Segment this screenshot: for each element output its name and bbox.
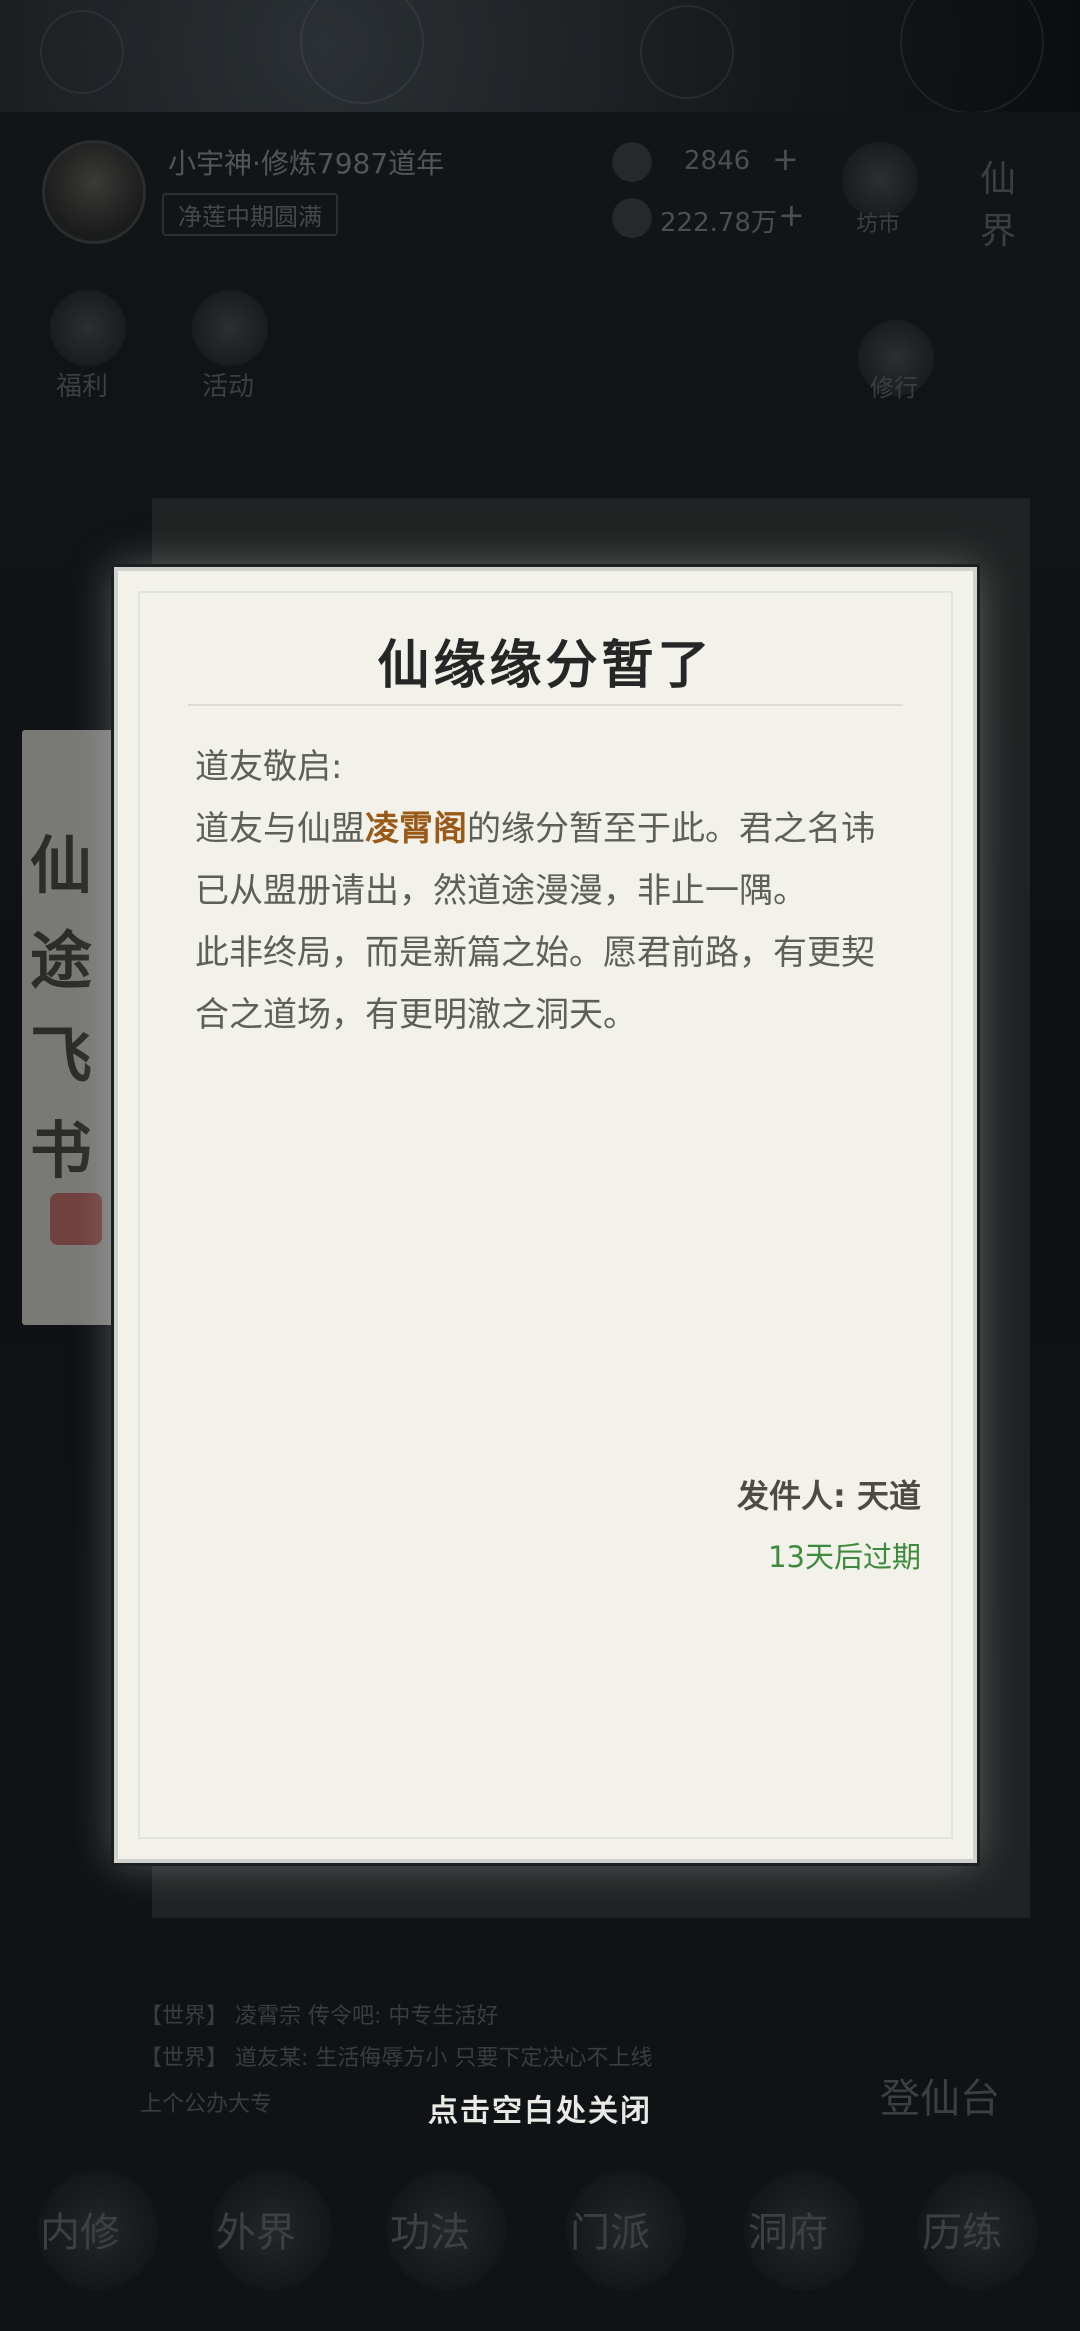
market-label: 坊市 [856, 212, 901, 237]
nav-label: 门派 [570, 2210, 650, 2256]
nav-label: 洞府 [748, 2210, 828, 2256]
nav-label: 历练 [922, 2210, 1002, 2256]
chat-line: 【世界】 凌霄宗 传令吧: 中专生活好 [140, 2004, 499, 2029]
add-jade-button[interactable]: + [772, 140, 799, 178]
side-book-char: 途 [30, 924, 93, 997]
add-stone-button[interactable]: + [778, 196, 805, 234]
side-book-char: 书 [30, 1114, 93, 1187]
cultivate-label: 修行 [870, 374, 918, 402]
alliance-name: 凌霄阁 [365, 809, 467, 849]
player-rank: 净莲中期圆满 [162, 193, 338, 236]
nav-label: 内修 [40, 2210, 120, 2256]
welfare-icon[interactable] [50, 290, 126, 366]
currency-jade-value: 2846 [684, 146, 751, 176]
letter-paragraph-1: 道友与仙盟凌霄阁的缘分暂至于此。君之名讳已从盟册请出，然道途漫漫，非止一隅。 [195, 798, 900, 922]
currency-stone-value: 222.78万 [660, 208, 777, 238]
letter-sender: 发件人: 天道 [737, 1477, 921, 1515]
event-icon[interactable] [192, 290, 268, 366]
player-name: 小宇神·修炼7987道年 [168, 147, 445, 180]
letter-body: 道友敬启: 道友与仙盟凌霄阁的缘分暂至于此。君之名讳已从盟册请出，然道途漫漫，非… [195, 736, 900, 1046]
letter-expiry: 13天后过期 [768, 1540, 921, 1574]
event-label: 活动 [202, 372, 255, 402]
side-book-char: 仙 [30, 829, 93, 902]
fairy-world-label[interactable]: 仙界 [980, 150, 1040, 254]
close-hint[interactable]: 点击空白处关闭 [0, 2086, 1080, 2130]
letter-greeting: 道友敬启: [195, 747, 343, 787]
spirit-stone-icon [612, 198, 652, 238]
chat-line: 【世界】 道友某: 生活侮辱方小 只要下定决心不上线 [140, 2046, 653, 2071]
letter-paragraph-2: 此非终局，而是新篇之始。愿君前路，有更契合之道场，有更明澈之洞天。 [195, 933, 875, 1035]
title-divider [188, 704, 903, 706]
mail-letter-dialog: 仙缘缘分暂了 道友敬启: 道友与仙盟凌霄阁的缘分暂至于此。君之名讳已从盟册请出，… [114, 567, 977, 1863]
side-book-char: 飞 [30, 1019, 93, 1092]
top-decor-band [0, 0, 1080, 114]
nav-label: 外界 [216, 2210, 296, 2256]
nav-label: 功法 [390, 2210, 470, 2256]
jade-currency-icon [612, 142, 652, 182]
player-avatar[interactable] [42, 140, 146, 244]
para1-prefix: 道友与仙盟 [195, 809, 365, 849]
letter-title: 仙缘缘分暂了 [377, 635, 714, 696]
welfare-label: 福利 [56, 372, 109, 402]
red-seal-icon [50, 1193, 102, 1245]
